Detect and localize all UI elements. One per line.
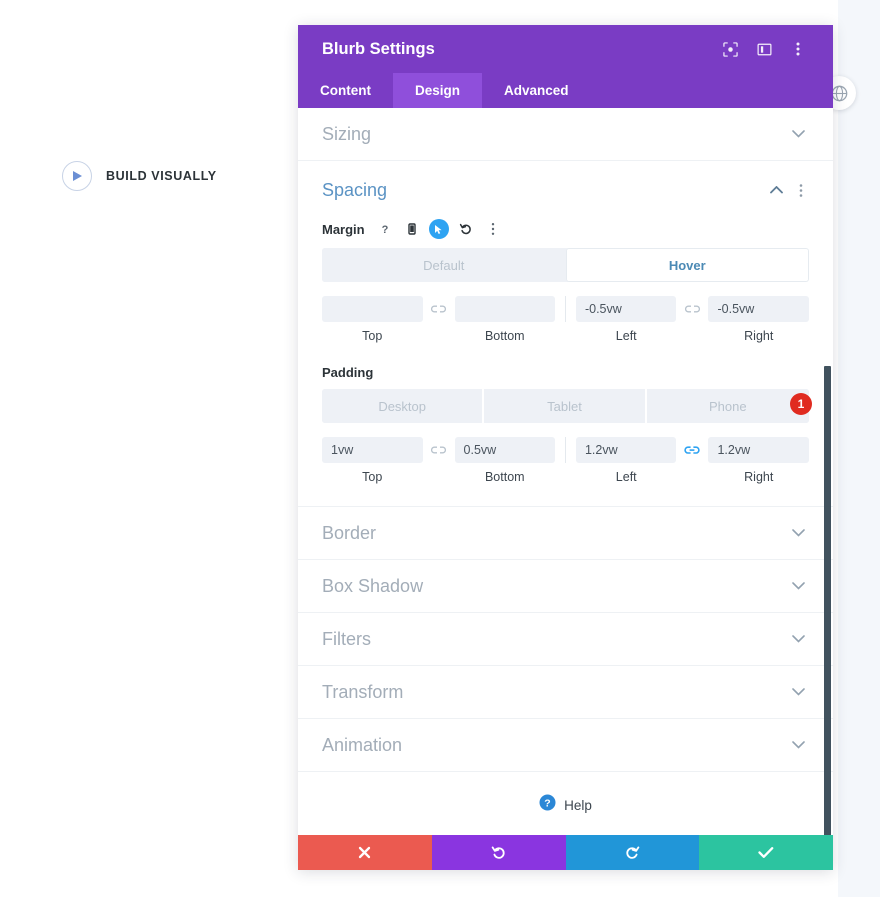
- section-box-shadow-label: Box Shadow: [322, 575, 424, 596]
- padding-right-label: Right: [744, 470, 774, 484]
- padding-bottom-cell: Bottom: [454, 437, 556, 484]
- chevron-down-icon[interactable]: [787, 529, 809, 537]
- more-vertical-icon[interactable]: [781, 32, 815, 66]
- margin-label-row: Margin ?: [322, 219, 809, 239]
- page-background-right-gutter: [838, 0, 880, 897]
- padding-device-toggle: Desktop Tablet Phone: [322, 389, 809, 423]
- blurb-settings-modal: Blurb Settings Content Design Advanced S…: [298, 25, 833, 870]
- help-question-icon[interactable]: ?: [375, 219, 395, 239]
- chevron-up-icon[interactable]: [765, 186, 787, 194]
- margin-left-input[interactable]: [575, 296, 677, 322]
- unlinked-chain-icon[interactable]: [423, 296, 455, 322]
- padding-top-cell: Top: [322, 437, 423, 484]
- padding-left-input[interactable]: [575, 437, 677, 463]
- help-label: Help: [564, 797, 592, 813]
- section-border-label: Border: [322, 522, 377, 543]
- tab-content[interactable]: Content: [298, 73, 393, 108]
- margin-label: Margin: [322, 221, 365, 237]
- margin-divider: [565, 296, 566, 322]
- section-transform[interactable]: Transform: [298, 666, 833, 719]
- padding-left-cell: Left: [575, 437, 677, 484]
- section-sizing[interactable]: Sizing: [298, 108, 833, 161]
- padding-top-input[interactable]: [322, 437, 423, 463]
- section-spacing-label: Spacing: [322, 179, 388, 200]
- margin-left-cell: Left: [575, 296, 677, 343]
- undo-button[interactable]: [431, 835, 566, 870]
- focus-target-icon[interactable]: [713, 32, 747, 66]
- status-badge: 1: [790, 393, 812, 415]
- section-filters[interactable]: Filters: [298, 613, 833, 666]
- margin-top-input[interactable]: [322, 296, 423, 322]
- unlinked-chain-icon[interactable]: [676, 296, 708, 322]
- padding-top-label: Top: [362, 470, 383, 484]
- section-transform-label: Transform: [322, 681, 404, 702]
- unlinked-chain-icon[interactable]: [423, 437, 455, 463]
- padding-label: Padding: [322, 365, 374, 380]
- margin-top-label: Top: [362, 329, 383, 343]
- svg-text:?: ?: [381, 224, 388, 236]
- chevron-down-icon[interactable]: [787, 582, 809, 590]
- modal-header: Blurb Settings: [298, 25, 833, 73]
- linked-chain-icon[interactable]: [676, 437, 708, 463]
- margin-more-vertical-icon[interactable]: [483, 219, 503, 239]
- margin-left-label: Left: [615, 329, 637, 343]
- play-circle-icon: [62, 161, 92, 191]
- margin-bottom-label: Bottom: [484, 329, 525, 343]
- modal-scrollbar[interactable]: [824, 366, 831, 835]
- help-button[interactable]: ? Help: [298, 772, 833, 835]
- modal-footer: [298, 835, 833, 870]
- padding-bottom-input[interactable]: [454, 437, 556, 463]
- section-animation-label: Animation: [322, 734, 403, 755]
- margin-state-toggle: Default Hover: [322, 248, 809, 282]
- modal-tabs: Content Design Advanced: [298, 73, 833, 108]
- section-border[interactable]: Border: [298, 507, 833, 560]
- chevron-down-icon[interactable]: [787, 635, 809, 643]
- padding-label-row: Padding: [322, 365, 809, 380]
- cancel-button[interactable]: [298, 835, 432, 870]
- padding-device-phone[interactable]: Phone: [646, 389, 809, 423]
- svg-text:?: ?: [544, 797, 550, 809]
- hover-cursor-icon[interactable]: [428, 219, 449, 239]
- padding-left-label: Left: [615, 470, 637, 484]
- chevron-down-icon[interactable]: [787, 688, 809, 696]
- spacing-options-more-vertical-icon[interactable]: [793, 183, 809, 198]
- margin-right-label: Right: [744, 329, 774, 343]
- redo-button[interactable]: [565, 835, 700, 870]
- margin-state-default[interactable]: Default: [322, 248, 566, 282]
- reset-undo-icon[interactable]: [456, 219, 476, 239]
- margin-right-input[interactable]: [708, 296, 809, 322]
- margin-bottom-cell: Bottom: [454, 296, 556, 343]
- margin-right-cell: Right: [708, 296, 809, 343]
- section-animation[interactable]: Animation: [298, 719, 833, 772]
- layout-columns-icon[interactable]: [747, 32, 781, 66]
- padding-bottom-label: Bottom: [484, 470, 525, 484]
- padding-device-tablet[interactable]: Tablet: [484, 389, 647, 423]
- margin-bottom-input[interactable]: [454, 296, 556, 322]
- padding-divider: [565, 437, 566, 463]
- padding-right-cell: Right: [708, 437, 809, 484]
- tab-advanced[interactable]: Advanced: [482, 73, 591, 108]
- padding-inputs: Top Bottom: [322, 437, 809, 484]
- section-filters-label: Filters: [322, 628, 371, 649]
- build-visually-label: BUILD VISUALLY: [106, 169, 217, 183]
- padding-device-desktop[interactable]: Desktop: [322, 389, 485, 423]
- build-visually-button[interactable]: BUILD VISUALLY: [62, 161, 217, 191]
- mobile-device-icon[interactable]: [402, 219, 422, 239]
- section-sizing-label: Sizing: [322, 123, 372, 144]
- margin-top-cell: Top: [322, 296, 423, 343]
- modal-body: Sizing Spacing Margin ? Default Hover To…: [298, 108, 833, 835]
- tab-design[interactable]: Design: [393, 73, 483, 108]
- page-title: Blurb Settings: [322, 39, 435, 58]
- margin-inputs: Top Bottom -0.5vw Left -0.5vw Right: [322, 296, 809, 343]
- chevron-down-icon[interactable]: [787, 130, 809, 138]
- help-circle-icon: ?: [539, 794, 556, 816]
- padding-right-input[interactable]: [708, 437, 809, 463]
- margin-state-hover[interactable]: Hover: [565, 248, 809, 282]
- spacing-controls: Margin ? Default Hover Top Bottom -0.5vw…: [298, 219, 833, 507]
- section-spacing-header[interactable]: Spacing: [298, 161, 833, 219]
- section-box-shadow[interactable]: Box Shadow: [298, 560, 833, 613]
- chevron-down-icon[interactable]: [787, 741, 809, 749]
- save-button[interactable]: [699, 835, 833, 870]
